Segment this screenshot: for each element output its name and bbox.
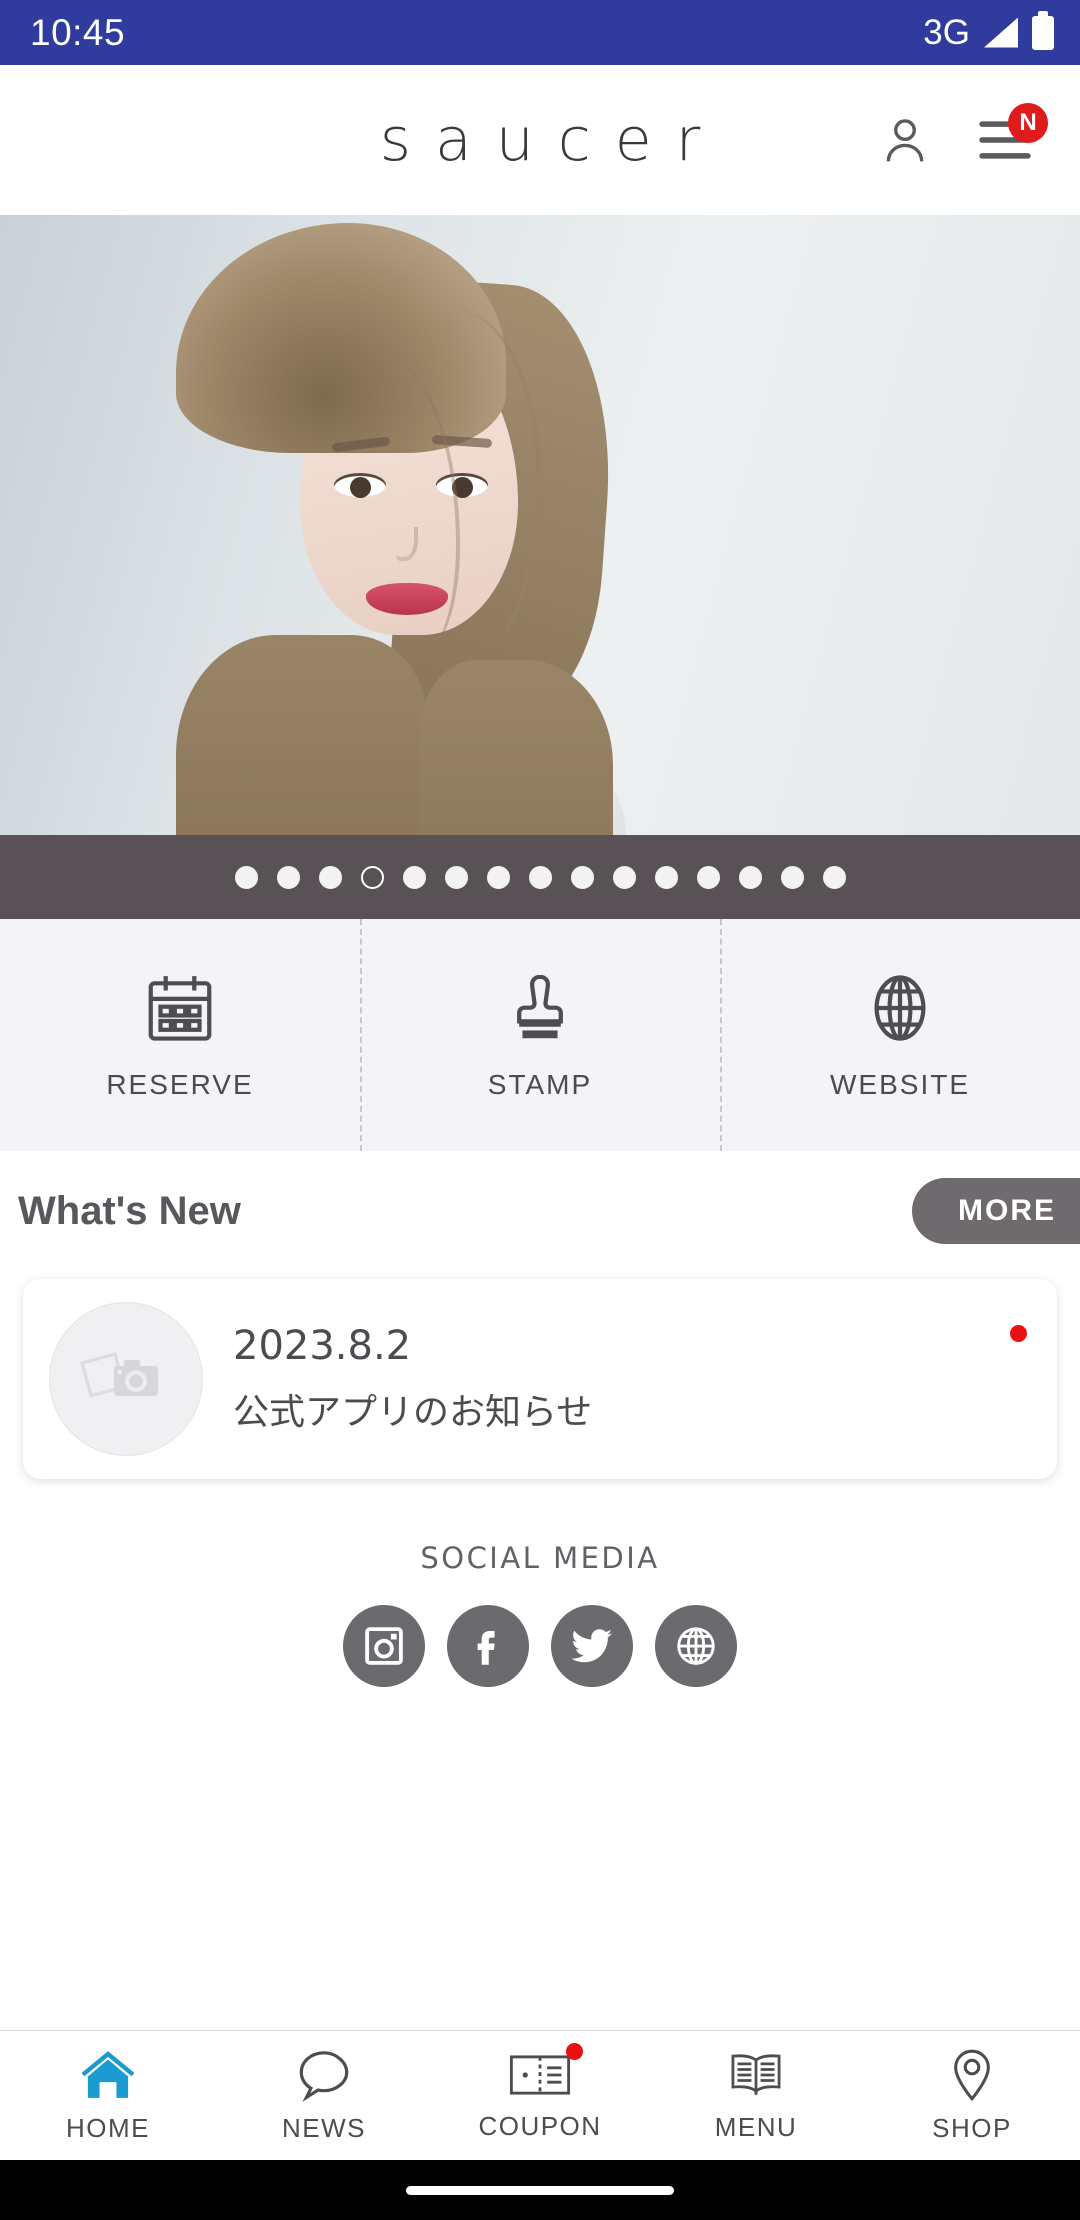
news-list: 2023.8.2 公式アプリのお知らせ	[0, 1271, 1080, 1479]
model-hair-bottom-left	[176, 635, 426, 835]
nav-label: NEWS	[282, 2113, 366, 2143]
whats-new-more-button[interactable]: MORE	[912, 1178, 1080, 1244]
nav-item-shop[interactable]: SHOP	[864, 2031, 1080, 2160]
status-bar: 10:45 3G	[0, 0, 1080, 65]
globe-icon	[874, 975, 926, 1041]
nav-label: HOME	[66, 2113, 150, 2143]
signal-triangle-icon	[984, 17, 1018, 48]
carousel-dot[interactable]	[234, 865, 258, 889]
stamp-icon	[517, 974, 563, 1039]
carousel-dot[interactable]	[570, 865, 594, 889]
quick-actions-row: RESERVE STAMP WEBSITE	[0, 919, 1080, 1151]
gesture-pill[interactable]	[406, 2185, 674, 2195]
calendar-icon	[148, 976, 212, 1041]
news-card[interactable]: 2023.8.2 公式アプリのお知らせ	[23, 1279, 1057, 1479]
nav-label: COUPON	[478, 2111, 602, 2141]
news-unread-dot	[1010, 1325, 1027, 1342]
quick-action-website[interactable]: WEBSITE	[720, 919, 1080, 1151]
hero-photo	[0, 215, 1080, 835]
carousel-dot[interactable]	[528, 865, 552, 889]
coupon-badge-dot	[565, 2043, 583, 2060]
news-text: 2023.8.2 公式アプリのお知らせ	[233, 1323, 592, 1435]
carousel-dot[interactable]	[696, 865, 720, 889]
bottom-navigation: HOME NEWS COUPON MENU SHOP	[0, 2030, 1080, 2160]
content-spacer	[0, 1687, 1080, 2030]
photo-camera-placeholder-icon	[80, 1352, 158, 1398]
social-link-twitter[interactable]	[551, 1605, 633, 1687]
speech-bubble-icon	[299, 2051, 349, 2102]
whats-new-title: What's New	[18, 1188, 241, 1233]
facebook-icon	[477, 1631, 495, 1665]
nav-item-home[interactable]: HOME	[0, 2031, 216, 2160]
app-root: 10:45 3G saucer N RESERVE STAMP WEBSITE …	[0, 0, 1080, 2220]
network-type-label: 3G	[923, 12, 970, 52]
news-date: 2023.8.2	[233, 1323, 412, 1369]
carousel-dot-active[interactable]	[360, 865, 384, 889]
map-pin-icon	[954, 2049, 990, 2102]
carousel-dot[interactable]	[738, 865, 762, 889]
globe-icon	[677, 1627, 715, 1665]
quick-action-label: RESERVE	[106, 1069, 254, 1100]
nav-label: MENU	[714, 2112, 798, 2142]
carousel-dot[interactable]	[276, 865, 300, 889]
quick-action-label: WEBSITE	[829, 1069, 970, 1100]
open-book-icon	[731, 2054, 781, 2095]
quick-action-label: STAMP	[487, 1069, 593, 1100]
whats-new-header: What's New MORE	[0, 1151, 1080, 1271]
carousel-dot[interactable]	[402, 865, 426, 889]
carousel-dot[interactable]	[444, 865, 468, 889]
account-button[interactable]	[872, 107, 938, 173]
system-gesture-bar	[0, 2160, 1080, 2220]
news-thumbnail	[49, 1302, 203, 1456]
social-link-instagram[interactable]	[343, 1605, 425, 1687]
carousel-dot[interactable]	[318, 865, 342, 889]
social-media-section: SOCIAL MEDIA	[0, 1479, 1080, 1687]
carousel-indicator[interactable]	[0, 835, 1080, 919]
battery-full-icon	[1032, 10, 1054, 50]
status-bar-indicators: 3G	[923, 10, 1054, 53]
carousel-dot[interactable]	[612, 865, 636, 889]
menu-button[interactable]: N	[972, 103, 1048, 173]
ticket-icon	[509, 2055, 571, 2095]
social-link-website[interactable]	[655, 1605, 737, 1687]
quick-action-stamp[interactable]: STAMP	[360, 919, 720, 1151]
app-header: saucer N	[0, 65, 1080, 215]
carousel-dot[interactable]	[822, 865, 846, 889]
person-icon	[886, 119, 924, 162]
hero-carousel-image[interactable]	[0, 215, 1080, 835]
model-hair-bottom-right	[418, 660, 613, 835]
home-icon	[81, 2051, 135, 2098]
social-media-title: SOCIAL MEDIA	[420, 1541, 660, 1575]
carousel-dot[interactable]	[654, 865, 678, 889]
nav-item-menu[interactable]: MENU	[648, 2031, 864, 2160]
social-media-links	[343, 1605, 737, 1687]
twitter-icon	[571, 1629, 612, 1663]
nav-item-news[interactable]: NEWS	[216, 2031, 432, 2160]
menu-notification-badge: N	[1008, 103, 1048, 143]
carousel-dot[interactable]	[486, 865, 510, 889]
social-link-facebook[interactable]	[447, 1605, 529, 1687]
news-title: 公式アプリのお知らせ	[233, 1392, 593, 1433]
nav-item-coupon[interactable]: COUPON	[432, 2031, 648, 2160]
carousel-dot[interactable]	[780, 865, 804, 889]
instagram-icon	[365, 1627, 403, 1665]
status-bar-clock: 10:45	[30, 11, 126, 53]
quick-action-reserve[interactable]: RESERVE	[0, 919, 360, 1151]
nav-label: SHOP	[932, 2113, 1012, 2143]
header-actions: N	[872, 103, 1060, 173]
